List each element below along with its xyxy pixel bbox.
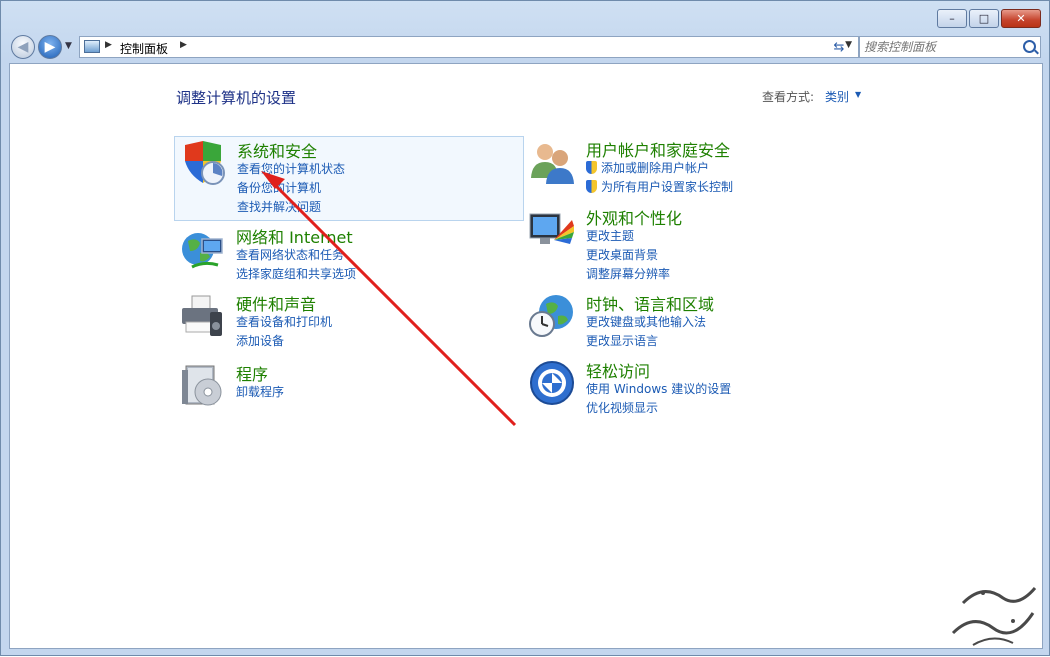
- link-change-theme[interactable]: 更改主题: [586, 227, 670, 246]
- breadcrumb-chevron-icon[interactable]: ▶: [180, 40, 187, 50]
- category-title[interactable]: 系统和安全: [237, 138, 317, 162]
- security-shield-icon: [185, 141, 225, 185]
- category-programs[interactable]: 程序 卸载程序: [174, 360, 524, 445]
- link-desktop-background[interactable]: 更改桌面背景: [586, 246, 670, 265]
- recent-pages-dropdown[interactable]: ▼: [65, 41, 72, 51]
- page-title: 调整计算机的设置: [176, 89, 297, 107]
- link-display-language[interactable]: 更改显示语言: [586, 332, 706, 351]
- link-view-computer-status[interactable]: 查看您的计算机状态: [237, 160, 345, 179]
- category-title[interactable]: 轻松访问: [586, 358, 650, 382]
- watermark-logo: [951, 587, 1037, 646]
- refresh-button[interactable]: ⇆: [827, 36, 851, 58]
- title-bar[interactable]: – □ ✕: [1, 1, 1049, 31]
- link-windows-recommended-settings[interactable]: 使用 Windows 建议的设置: [586, 380, 731, 399]
- category-system-security[interactable]: 系统和安全 查看您的计算机状态 备份您的计算机 查找并解决问题: [174, 136, 524, 221]
- category-title[interactable]: 网络和 Internet: [236, 224, 353, 248]
- category-appearance[interactable]: 外观和个性化 更改主题 更改桌面背景 调整屏幕分辨率: [524, 204, 874, 289]
- link-view-devices-printers[interactable]: 查看设备和打印机: [236, 313, 332, 332]
- view-by-dropdown[interactable]: 类别: [825, 88, 849, 105]
- link-parental-controls[interactable]: 为所有用户设置家长控制: [586, 178, 733, 197]
- link-view-network-status[interactable]: 查看网络状态和任务: [236, 246, 356, 265]
- printer-icon: [182, 295, 222, 336]
- category-title[interactable]: 外观和个性化: [586, 205, 682, 229]
- search-input[interactable]: [864, 39, 1014, 55]
- programs-disc-icon: [182, 365, 222, 406]
- chevron-down-icon[interactable]: ▼: [855, 90, 861, 99]
- forward-button[interactable]: ▶: [38, 35, 62, 59]
- uac-shield-icon: [586, 180, 597, 193]
- link-homegroup-sharing[interactable]: 选择家庭组和共享选项: [236, 265, 356, 284]
- control-panel-icon: [84, 40, 100, 53]
- uac-shield-icon: [586, 161, 597, 174]
- link-add-device[interactable]: 添加设备: [236, 332, 332, 351]
- link-text[interactable]: 添加或删除用户帐户: [601, 161, 709, 175]
- link-add-remove-accounts[interactable]: 添加或删除用户帐户: [586, 159, 733, 178]
- search-box[interactable]: [859, 36, 1041, 58]
- main-content: 调整计算机的设置 查看方式: 类别 ▼ 系统和安全 查看您的计算机状态 备份您的…: [9, 63, 1043, 649]
- navigation-bar: ◀ ▶ ▼ ▶ 控制面板 ▶ ▼ ⇆: [9, 33, 1041, 61]
- view-by-label: 查看方式:: [762, 90, 815, 104]
- search-icon[interactable]: [1023, 40, 1036, 53]
- category-ease-of-access[interactable]: 轻松访问 使用 Windows 建议的设置 优化视频显示: [524, 357, 874, 442]
- category-title[interactable]: 硬件和声音: [236, 291, 316, 315]
- breadcrumb-control-panel[interactable]: 控制面板: [120, 40, 168, 57]
- maximize-button[interactable]: □: [969, 9, 999, 28]
- category-title[interactable]: 时钟、语言和区域: [586, 291, 714, 315]
- link-backup-computer[interactable]: 备份您的计算机: [237, 179, 345, 198]
- link-change-input-method[interactable]: 更改键盘或其他输入法: [586, 313, 706, 332]
- minimize-button[interactable]: –: [937, 9, 967, 28]
- arrow-left-icon: ◀: [17, 39, 29, 55]
- breadcrumb-chevron-icon[interactable]: ▶: [105, 40, 112, 50]
- link-uninstall-program[interactable]: 卸载程序: [236, 383, 284, 402]
- close-button[interactable]: ✕: [1001, 9, 1041, 28]
- chevron-down-icon: ▼: [65, 41, 72, 51]
- users-icon: [531, 144, 574, 184]
- arrow-right-icon: ▶: [44, 39, 56, 55]
- link-optimize-visual-display[interactable]: 优化视频显示: [586, 399, 731, 418]
- link-troubleshoot[interactable]: 查找并解决问题: [237, 198, 345, 217]
- control-panel-window: – □ ✕ ◀ ▶ ▼ ▶ 控制面板 ▶ ▼ ⇆ 调整计算机的设置 查看方式: …: [0, 0, 1050, 656]
- category-title[interactable]: 程序: [236, 361, 268, 385]
- display-color-icon: [529, 213, 574, 244]
- network-globe-icon: [182, 233, 223, 269]
- caption-buttons: – □ ✕: [935, 9, 1041, 28]
- clock-globe-icon: [529, 295, 573, 337]
- address-bar[interactable]: ▶ 控制面板 ▶ ▼: [79, 36, 859, 58]
- back-button[interactable]: ◀: [11, 35, 35, 59]
- link-text[interactable]: 为所有用户设置家长控制: [601, 180, 733, 194]
- ease-of-access-icon: [530, 361, 574, 405]
- link-screen-resolution[interactable]: 调整屏幕分辨率: [586, 265, 670, 284]
- refresh-icon: ⇆: [833, 39, 845, 55]
- category-title[interactable]: 用户帐户和家庭安全: [586, 137, 730, 161]
